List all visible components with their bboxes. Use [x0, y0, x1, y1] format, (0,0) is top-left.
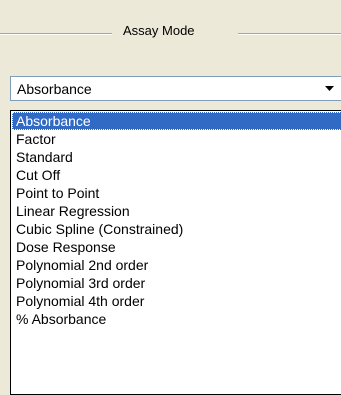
groupbox-title: Assay Mode [123, 23, 195, 38]
dropdown-option[interactable]: Cut Off [12, 166, 341, 184]
dropdown-option[interactable]: Polynomial 3rd order [12, 274, 341, 292]
dropdown-option[interactable]: Point to Point [12, 184, 341, 202]
dropdown-option[interactable]: Absorbance [12, 112, 341, 130]
dropdown-arrow-button[interactable] [318, 78, 340, 99]
chevron-down-icon [324, 86, 334, 91]
dropdown-option[interactable]: Factor [12, 130, 341, 148]
dropdown-option[interactable]: Dose Response [12, 238, 341, 256]
dropdown-option[interactable]: % Absorbance [12, 310, 341, 328]
groupbox-border-right [238, 33, 341, 34]
dropdown-option[interactable]: Cubic Spline (Constrained) [12, 220, 341, 238]
groupbox-border-left [0, 33, 112, 34]
dropdown-option[interactable]: Standard [12, 148, 341, 166]
dropdown-option[interactable]: Linear Regression [12, 202, 341, 220]
dropdown-option[interactable]: Polynomial 4th order [12, 292, 341, 310]
assay-mode-combobox[interactable]: Absorbance [10, 76, 341, 101]
dropdown-option[interactable]: Polynomial 2nd order [12, 256, 341, 274]
combo-selected-value: Absorbance [17, 81, 92, 97]
assay-mode-dropdown-list[interactable]: Absorbance Factor Standard Cut Off Point to … [10, 110, 341, 395]
